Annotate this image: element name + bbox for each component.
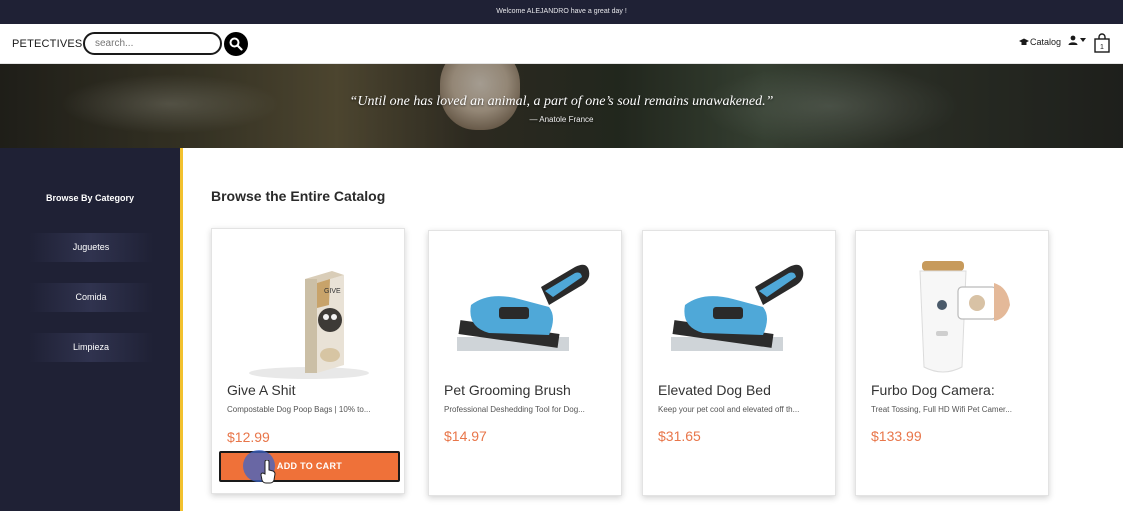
product-name: Give A Shit <box>227 382 296 398</box>
welcome-text: Welcome ALEJANDRO have a great day ! <box>496 8 627 15</box>
category-sidebar: Browse By Category Juguetes Comida Limpi… <box>0 148 183 511</box>
catalog-link[interactable]: Catalog <box>1019 37 1061 47</box>
product-description: Professional Deshedding Tool for Dog... <box>444 405 585 414</box>
category-limpieza[interactable]: Limpieza <box>29 333 153 362</box>
search-button[interactable] <box>224 32 248 56</box>
product-image <box>663 247 817 385</box>
caret-down-icon <box>1080 38 1086 42</box>
product-image <box>876 247 1030 385</box>
product-name: Elevated Dog Bed <box>658 382 771 398</box>
user-menu[interactable] <box>1068 35 1086 45</box>
product-card[interactable]: Pet Grooming Brush Professional Desheddi… <box>428 230 622 496</box>
svg-text:1: 1 <box>1100 44 1104 51</box>
hand-pointer-icon <box>260 459 276 489</box>
product-image: GIVE <box>232 245 386 383</box>
site-header: PETECTIVES Catalog 1 <box>0 24 1123 64</box>
product-image <box>449 247 603 385</box>
product-price: $31.65 <box>658 428 701 444</box>
product-description: Keep your pet cool and elevated off th..… <box>658 405 800 414</box>
search-input[interactable] <box>83 32 222 55</box>
product-name: Pet Grooming Brush <box>444 382 571 398</box>
hero-quote-author: — Anatole France <box>529 115 594 124</box>
welcome-bar: Welcome ALEJANDRO have a great day ! <box>0 0 1123 24</box>
hero-banner: “Until one has loved an animal, a part o… <box>0 64 1123 148</box>
product-card[interactable]: Furbo Dog Camera: Treat Tossing, Full HD… <box>855 230 1049 496</box>
cart-button[interactable]: 1 <box>1094 33 1110 58</box>
hero-quote: “Until one has loved an animal, a part o… <box>349 94 774 109</box>
category-juguetes[interactable]: Juguetes <box>29 233 153 262</box>
search-icon <box>229 37 243 51</box>
shopping-bag-icon: 1 <box>1094 33 1110 53</box>
product-card[interactable]: GIVE Give A Shit Compostable Dog Poop Ba… <box>211 228 405 494</box>
user-icon <box>1068 35 1078 45</box>
category-comida[interactable]: Comida <box>29 283 153 312</box>
product-price: $133.99 <box>871 428 922 444</box>
product-price: $14.97 <box>444 428 487 444</box>
brand-logo[interactable]: PETECTIVES <box>12 38 82 50</box>
sidebar-title: Browse By Category <box>45 193 135 203</box>
catalog-label: Catalog <box>1030 37 1062 47</box>
product-price: $12.99 <box>227 429 270 445</box>
svg-text:GIVE: GIVE <box>324 288 341 295</box>
page-title: Browse the Entire Catalog <box>211 188 386 204</box>
product-description: Treat Tossing, Full HD Wifi Pet Camer... <box>871 405 1012 414</box>
product-name: Furbo Dog Camera: <box>871 382 995 398</box>
product-card[interactable]: Elevated Dog Bed Keep your pet cool and … <box>642 230 836 496</box>
product-description: Compostable Dog Poop Bags | 10% to... <box>227 405 371 414</box>
graduation-cap-icon <box>1019 38 1029 45</box>
